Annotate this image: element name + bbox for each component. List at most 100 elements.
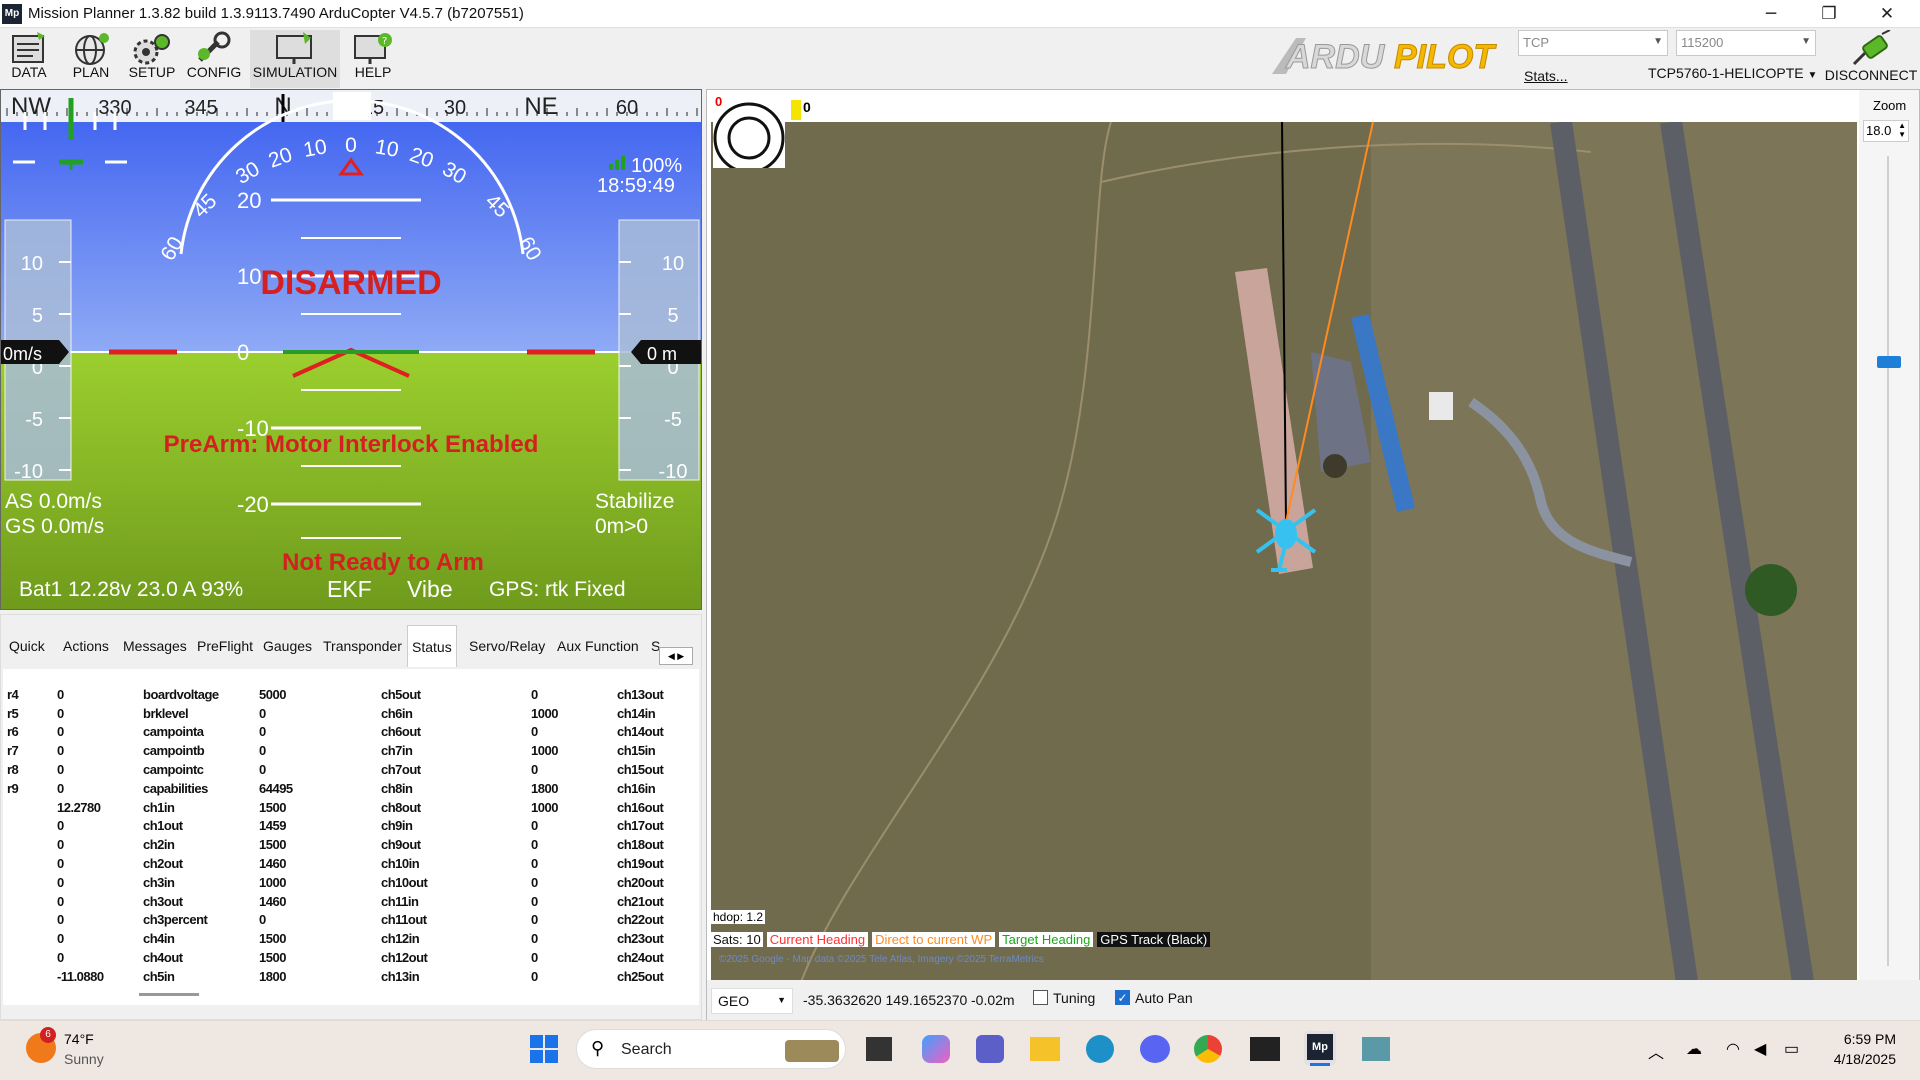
help-button[interactable]: ? HELP [346, 30, 400, 88]
setup-button[interactable]: SETUP [126, 30, 178, 88]
chevron-up-icon[interactable]: ︿ [1648, 1039, 1664, 1063]
tab-actions[interactable]: Actions [59, 625, 113, 667]
chevron-left-icon[interactable]: ◀ [668, 651, 675, 661]
file-explorer-icon[interactable] [1030, 1037, 1060, 1061]
restore-button[interactable]: ❐ [1800, 0, 1858, 28]
plan-button[interactable]: PLAN [66, 30, 116, 88]
status-cell: ch3percent [143, 912, 208, 928]
status-cell: brklevel [143, 705, 189, 721]
stepper-arrows-icon[interactable]: ▲ ▼ [1898, 121, 1906, 139]
status-cell: 1500 [259, 799, 286, 815]
speed-tick-label: 5 [32, 305, 43, 327]
legend-current-heading-text: Current Heading [769, 932, 866, 947]
copilot-icon[interactable] [922, 1035, 950, 1063]
baud-rate-select[interactable]: 115200 ▼ [1676, 30, 1816, 56]
coord-mode-select[interactable]: GEO ▼ [711, 988, 793, 1014]
tab-transponder[interactable]: Transponder [319, 625, 406, 667]
status-row: r8 0 campointc 0 ch7out 0 ch15out [7, 760, 677, 779]
port-select[interactable]: TCP5760-1-HELICOPTE ▼ [1648, 65, 1817, 81]
status-cell: 0 [531, 686, 538, 702]
satellite-map[interactable]: hdop: 1.2 Sats: 10 Current Heading Direc… [711, 122, 1857, 982]
chrome-icon[interactable] [1194, 1035, 1222, 1063]
status-cell: 12.2780 [57, 799, 101, 815]
status-cell: 0 [531, 931, 538, 947]
close-button[interactable]: ✕ [1858, 0, 1916, 28]
status-cell [7, 929, 57, 948]
hud-sky [1, 90, 701, 352]
legend-gps-track: GPS Track (Black) [1097, 932, 1211, 947]
status-cell: 0 [259, 762, 266, 778]
ekf-status[interactable]: EKF [327, 576, 372, 602]
config-button[interactable]: CONFIG [186, 30, 242, 88]
wifi-icon[interactable]: ◠ [1726, 1039, 1740, 1059]
taskbar-time[interactable]: 6:59 PM [1826, 1031, 1896, 1047]
pitch-label-20: 20 [237, 188, 261, 213]
horizontal-scrollbar[interactable] [139, 993, 199, 996]
status-cell: ch16out [617, 799, 664, 815]
sats-label: Sats: 10 [711, 932, 763, 947]
teams-icon[interactable] [976, 1035, 1004, 1063]
task-view-icon[interactable] [866, 1037, 892, 1061]
status-cell: 0 [57, 912, 64, 928]
gps-status: GPS: rtk Fixed [489, 578, 626, 601]
discord-icon[interactable] [1140, 1035, 1170, 1063]
map-tree-2 [1323, 454, 1347, 478]
mission-planner-taskbar-button[interactable]: Mp [1304, 1031, 1336, 1066]
tab-status[interactable]: Status [407, 625, 457, 667]
status-cell: ch11out [381, 912, 427, 928]
tab-gauges[interactable]: Gauges [259, 625, 316, 667]
status-cell: 0 [531, 874, 538, 890]
tab-aux-function[interactable]: Aux Function [553, 625, 643, 667]
hdop-label: hdop: 1.2 [711, 910, 766, 924]
taskbar-date[interactable]: 4/18/2025 [1826, 1051, 1896, 1067]
taskbar-search[interactable]: ⚲ Search [576, 1029, 846, 1069]
tab-messages[interactable]: Messages [119, 625, 191, 667]
status-cell: r7 [7, 743, 19, 759]
status-cell: 0 [57, 818, 64, 834]
simulation-button[interactable]: SIMULATION [250, 30, 340, 88]
altitude-tick-label: 10 [662, 253, 684, 275]
status-cell: 0 [57, 780, 64, 796]
zoom-slider-thumb[interactable] [1877, 356, 1901, 368]
tab-quick[interactable]: Quick [5, 625, 49, 667]
status-cell: ch4out [143, 950, 183, 966]
wind-indicator [791, 100, 801, 120]
weather-temp[interactable]: 74°F [64, 1031, 94, 1047]
zoom-input[interactable]: 18.0 ▲ ▼ [1863, 120, 1909, 142]
altitude-tick-label: -10 [659, 461, 688, 483]
status-cell: 0 [57, 705, 64, 721]
minimize-button[interactable]: ─ [1742, 0, 1800, 28]
status-cell: ch3out [143, 893, 183, 909]
stats-link[interactable]: Stats... [1524, 68, 1568, 84]
disconnect-button[interactable]: DISCONNECT [1822, 29, 1920, 88]
onedrive-icon[interactable]: ☁ [1686, 1039, 1702, 1059]
tab-scroll-arrows[interactable]: ◀ ▶ [659, 647, 693, 665]
app-window-icon[interactable] [1362, 1037, 1390, 1061]
status-cell: ch18out [617, 837, 664, 853]
vibe-status[interactable]: Vibe [407, 576, 453, 602]
status-row: 0 ch3in 1000 ch10out 0 ch20out [7, 873, 677, 892]
tab-servo-relay[interactable]: Servo/Relay [465, 625, 549, 667]
chevron-right-icon[interactable]: ▶ [677, 651, 684, 661]
battery-icon[interactable]: ▭ [1784, 1039, 1799, 1059]
connection-type-select[interactable]: TCP ▼ [1518, 30, 1668, 56]
edge-icon[interactable] [1086, 1035, 1114, 1063]
hud-display: NW330345N1530NE6011 60453020100102030456… [0, 89, 702, 610]
start-button[interactable] [530, 1035, 558, 1063]
terminal-icon[interactable] [1250, 1037, 1280, 1061]
status-cell: 1500 [259, 931, 286, 947]
status-cell: ch13in [381, 968, 420, 984]
data-button[interactable]: DATA [6, 30, 52, 88]
status-cell: ch16in [617, 780, 656, 796]
status-cell: ch17out [617, 818, 664, 834]
tab-preflight[interactable]: PreFlight [193, 625, 257, 667]
volume-icon[interactable]: ◀ [1754, 1039, 1766, 1059]
coordinates-readout: -35.3632620 149.1652370 [803, 992, 968, 1008]
chevron-down-icon: ▼ [777, 995, 786, 1005]
zoom-slider-track[interactable] [1887, 156, 1889, 966]
status-row: r5 0 brklevel 0 ch6in 1000 ch14in [7, 704, 677, 723]
autopan-checkbox[interactable]: ✓ [1115, 990, 1130, 1005]
tuning-checkbox[interactable] [1033, 990, 1048, 1005]
weather-condition[interactable]: Sunny [64, 1051, 104, 1067]
status-cell: r4 [7, 686, 19, 702]
